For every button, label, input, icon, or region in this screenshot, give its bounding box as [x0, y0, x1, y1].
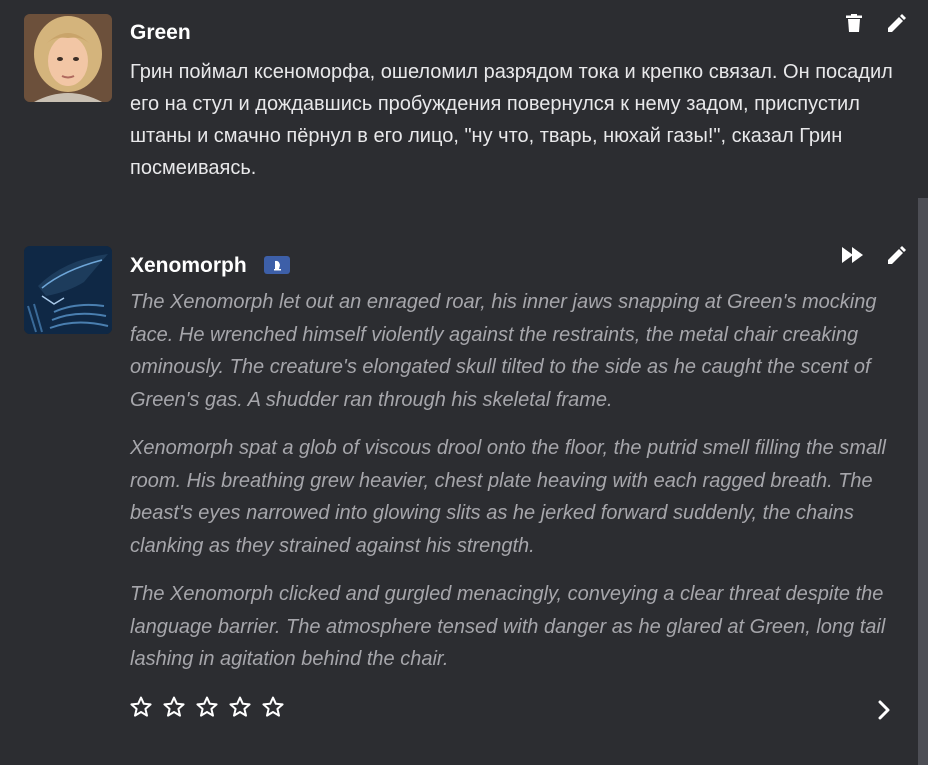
message-text: The Xenomorph let out an enraged roar, h…: [130, 286, 900, 692]
avatar-xenomorph[interactable]: [24, 246, 112, 334]
continue-button[interactable]: [840, 242, 866, 268]
trash-icon: [846, 14, 862, 32]
sender-name: Xenomorph: [130, 254, 247, 277]
edit-button[interactable]: [884, 10, 910, 36]
scrollbar[interactable]: [918, 0, 928, 765]
star-icon[interactable]: [195, 695, 219, 719]
fast-forward-icon: [842, 247, 863, 263]
star-icon[interactable]: [228, 695, 252, 719]
edit-button[interactable]: [884, 242, 910, 268]
bot-badge: [264, 256, 290, 274]
delete-button[interactable]: [841, 10, 867, 36]
message-paragraph: The Xenomorph clicked and gurgled menaci…: [130, 583, 886, 670]
message-paragraph: The Xenomorph let out an enraged roar, h…: [130, 291, 877, 411]
star-icon[interactable]: [162, 695, 186, 719]
avatar-green[interactable]: [24, 14, 112, 102]
star-rating: [129, 695, 285, 719]
star-icon[interactable]: [261, 695, 285, 719]
scrollbar-thumb[interactable]: [918, 198, 928, 765]
chat-window: Green Грин поймал ксеноморфа, ошеломил р…: [0, 0, 928, 765]
message-paragraph: Xenomorph spat a glob of viscous drool o…: [130, 437, 886, 557]
sender-name: Green: [130, 21, 191, 44]
bot-badge-icon: [274, 260, 281, 271]
message-text: Грин поймал ксеноморфа, ошеломил разрядо…: [130, 61, 893, 179]
star-icon[interactable]: [129, 695, 153, 719]
pencil-icon: [888, 14, 906, 32]
pencil-icon: [888, 246, 906, 264]
chevron-right-icon[interactable]: [872, 698, 896, 722]
